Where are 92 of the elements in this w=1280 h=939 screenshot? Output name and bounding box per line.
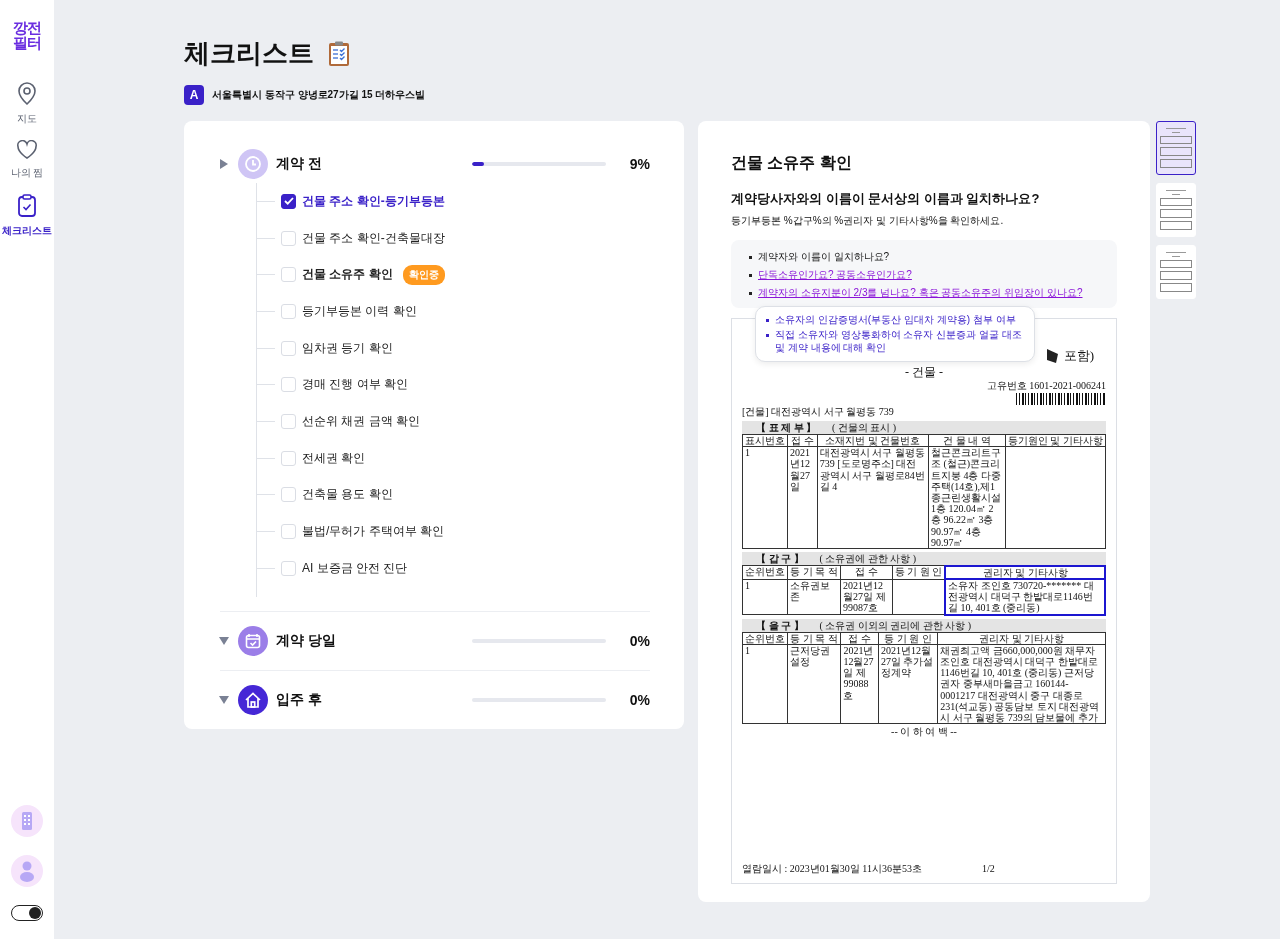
address-text: 서울특별시 동작구 양녕로27가길 15 더하우스빌 [212,88,426,102]
viewed-at-text: 열람일시 : 2023년01월30일 11시36분53초 [742,863,922,875]
table-cell: 대전광역시 서구 월평동 739 [도로명주소] 대전광역시 서구 월평로84번길 4 [819,447,925,492]
group-title[interactable]: 계약 전 [276,155,472,173]
nav-item[interactable]: 나의 찜 [2,140,52,180]
end-note: -- 이 하 여 백 -- [890,726,958,739]
heart-icon [16,140,38,160]
table-cell: 2021년12월27일 [790,447,810,492]
checklist-item[interactable]: 임차권 등기 확인 [302,339,393,357]
table-cell: 철근콘크리트구조 (철근)콘크리트지붕 4층 다중주택(14호),제1종근린생활시설 1층 120.04㎡ 2층 96.22㎡ 3층 90.97㎡ 4층 90.97㎡ [930,447,1001,548]
serial-number: 고유번호 1601-2021-006241 [986,380,1106,392]
table-cell: 소유자 조인호 730720-******* 대전광역시 대덕구 한밭대로1146번길 10, 401호 (중리동) [948,580,1094,614]
status-badge: 확인중 [402,264,445,285]
column-header: 순위번호 [745,632,785,644]
table-cell: 소유권보존 [790,579,830,602]
checklist-item[interactable]: 경매 진행 여부 확인 [302,376,408,394]
checklist-item[interactable]: 건축물 용도 확인 [302,486,393,504]
group-title[interactable]: 계약 당일 [276,631,472,650]
column-header: 건 물 내 역 [943,435,991,446]
column-header: 소재지번 및 건물번호 [825,435,921,446]
detail-title: 건물 소유주 확인 [731,153,853,173]
bullet-icon [749,291,752,295]
checklist-item[interactable]: 건물 주소 확인-등기부등본 [302,192,445,210]
caret-icon[interactable] [219,636,229,645]
bullet-icon [749,255,752,259]
column-header: 등기원인 및 기타사항 [1008,435,1103,446]
checklist-item[interactable]: 불법/무허가 주택여부 확인 [302,523,444,541]
logo[interactable]: 깡전 필터 [13,20,41,50]
tooltip-text: 직접 소유자와 영상통화하여 소유자 신분증과 얼굴 대조 및 계약 내용에 대해 확인 [775,327,1023,355]
column-header: 순위번호 [745,566,785,578]
section-heading: 【 갑 구 】 [756,551,804,565]
checklist-item[interactable]: 등기부등본 이력 확인 [302,302,417,320]
page-title: 체크리스트 [184,37,314,70]
progress-percent: 0% [629,691,650,708]
hint-text: 등기부등본 %갑구%의 %권리자 및 기타사항%을 확인하세요. [731,214,1005,228]
table-cell: 2021년12월27일 추가설정계약 [880,644,934,679]
page-number: 1/2 [981,863,995,875]
table-cell: 1 [745,447,750,459]
table-cell: 채권최고액 금660,000,000원 채무자 조인호 대전광역시 대덕구 한밭대로1146번길 10, 401호 (중리동) 근저당권자 중부새마을금고 160144-0001217 대전광역시 중구 대종로 231(석교동) 공동담보 토지 대전광역시 서구 월평동 739의 담보물에 추가 [940,644,1100,723]
caret-icon[interactable] [219,695,229,704]
address-badge: A [184,85,204,105]
caret-icon[interactable] [220,159,228,169]
nav-item[interactable]: 체크리스트 [2,194,52,238]
column-header: 접 수 [855,566,878,578]
column-header: 접 수 [791,435,814,446]
progress-percent: 9% [629,156,650,172]
section-heading: 【 을 구 】 [756,618,804,632]
tip-link[interactable]: 계약자의 소유지분이 2/3를 넘나요? 혹은 공동소유주의 위임장이 있나요? [758,286,1083,300]
building-icon[interactable] [11,805,43,837]
document-title: 포함) [1063,348,1094,364]
barcode-icon [1016,393,1106,405]
table-cell: 2021년12월27일 제99087호 [843,579,886,613]
section-note: ( 소유권에 관한 사항 ) [819,551,917,565]
tip-text: 계약자와 이름이 일치하나요? [758,250,890,264]
table-cell: 1 [745,579,750,591]
question-text: 계약당사자와의 이름이 문서상의 이름과 일치하나요? [731,190,1041,208]
checklist-item[interactable]: 전세권 확인 [302,449,366,467]
column-header: 접 수 [848,632,871,644]
tip-link[interactable]: 단독소유인가요? 공동소유인가요? [758,268,912,282]
table-cell: 1 [745,644,750,656]
checkbox[interactable] [281,193,296,209]
bullet-icon [749,273,752,277]
column-header: 등 기 원 인 [894,566,943,578]
checklist-item[interactable]: 건물 소유주 확인 [302,266,393,284]
section-heading: 【 표 제 부 】 [756,421,816,434]
page-thumbnail[interactable] [1156,121,1196,175]
column-header: 권리자 및 기타사항 [979,632,1065,644]
map-pin-icon [16,82,38,106]
clipboard-icon [17,194,37,218]
column-header: 표시번호 [745,435,785,446]
table-cell: 근저당권설정 [790,644,830,667]
person-icon[interactable] [11,855,43,887]
group-title[interactable]: 입주 후 [276,690,472,709]
theme-toggle[interactable] [11,905,43,921]
column-header: 등 기 목 적 [790,632,838,644]
progress-percent: 0% [629,632,650,649]
checklist-item[interactable]: AI 보증금 안전 진단 [302,559,408,577]
section-note: ( 소유권 이외의 권리에 관한 사항 ) [819,618,972,632]
checklist-item[interactable]: 선순위 채권 금액 확인 [302,412,420,430]
clipboard-icon [328,40,350,67]
document-address: [건물] 대전광역시 서구 월평동 739 [742,406,895,418]
bullet-icon [766,319,769,322]
document-subtitle: - 건물 - [905,365,943,380]
table-cell: 2021년12월27일 제99088호 [843,644,874,701]
column-header: 권리자 및 기타사항 [982,566,1068,578]
column-header: 등 기 목 적 [790,566,838,578]
nav-item[interactable]: 지도 [2,82,52,126]
checklist-item[interactable]: 건물 주소 확인-건축물대장 [302,229,445,247]
section-note: ( 건물의 표시 ) [832,421,897,434]
bullet-icon [766,333,769,337]
column-header: 등 기 원 인 [884,632,932,644]
tooltip-text: 소유자의 인감증명서(부동산 임대차 계약용) 첨부 여부 [775,313,1016,327]
